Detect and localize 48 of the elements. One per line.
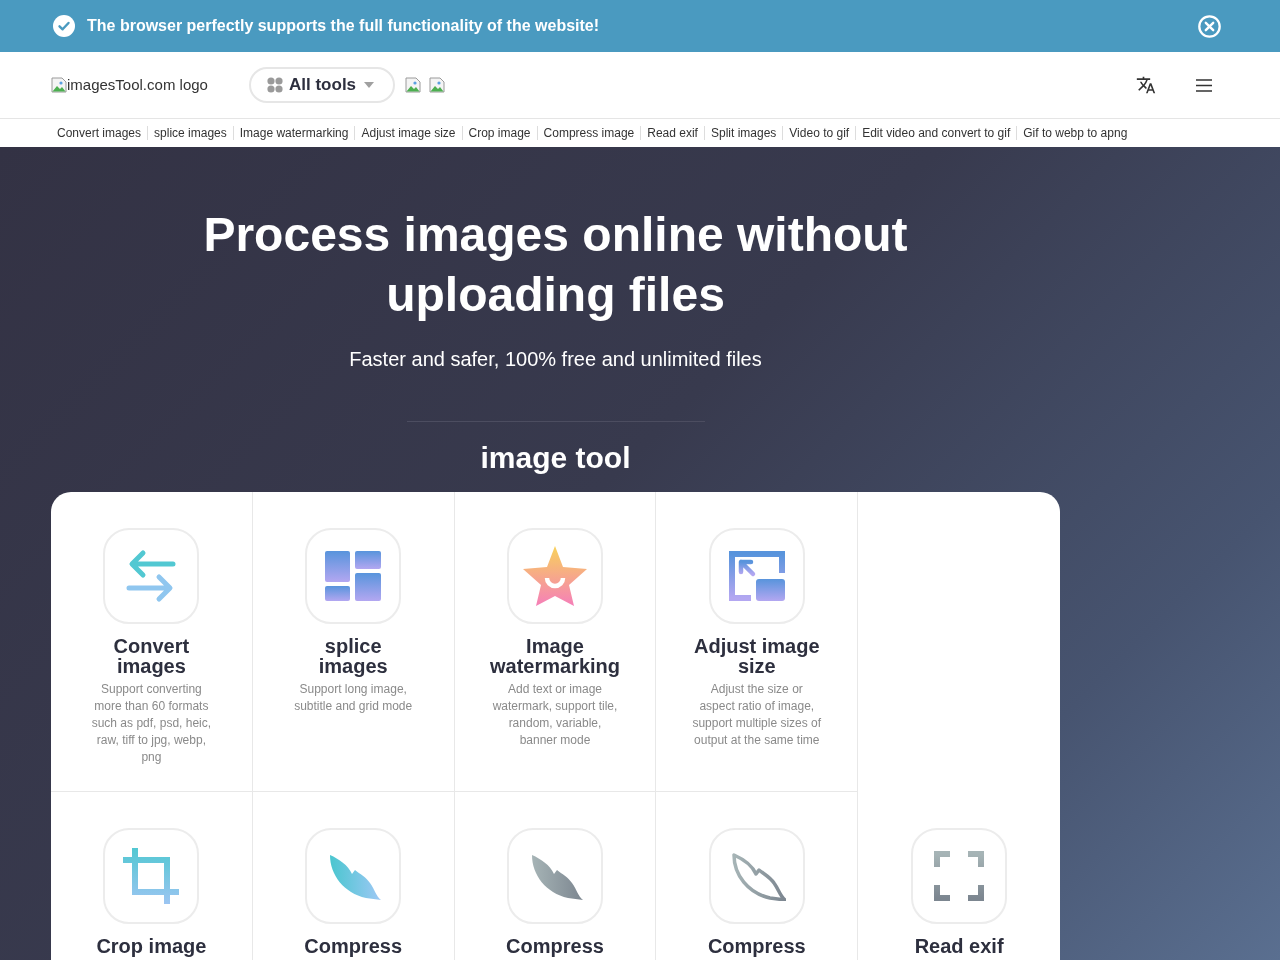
- broken-image-icon: [405, 77, 421, 93]
- tool-description: Adjust the size or aspect ratio of image, support multiple sizes of output at the same time: [691, 681, 822, 749]
- star-icon: [507, 528, 603, 624]
- hero-title: Process images online without uploading files: [202, 207, 909, 323]
- layout-blocks-icon: [305, 528, 402, 624]
- tool-description: Support long image, subtitle and grid mode: [293, 681, 414, 715]
- broken-image-icon: [429, 77, 445, 93]
- tool-title[interactable]: Compress: [288, 936, 419, 956]
- tool-title[interactable]: Read exif: [894, 936, 1025, 956]
- resize-frame-icon: [708, 528, 805, 624]
- tool-title[interactable]: Crop image: [86, 936, 217, 956]
- crop-icon: [103, 828, 200, 924]
- menu-icon[interactable]: [1196, 78, 1212, 92]
- tool-title[interactable]: Image watermarking: [490, 636, 620, 676]
- nav-link[interactable]: Edit video and convert to gif: [855, 126, 1017, 140]
- arrows-swap-icon: [103, 528, 200, 624]
- nav-link[interactable]: Video to gif: [782, 126, 856, 140]
- section-title: image tool: [480, 440, 631, 476]
- nav-link[interactable]: Compress image: [536, 126, 641, 140]
- tool-title[interactable]: splice images: [288, 636, 419, 676]
- tool-title[interactable]: Convert images: [86, 636, 217, 676]
- nav-link[interactable]: Adjust image size: [354, 126, 462, 140]
- tool-title[interactable]: Adjust image size: [691, 636, 822, 676]
- nav-link[interactable]: Image watermarking: [232, 126, 355, 140]
- check-circle-icon: [53, 15, 75, 37]
- tool-description: Add text or image watermark, support tile, random, variable, banner mode: [491, 681, 619, 749]
- close-icon[interactable]: [1198, 14, 1221, 38]
- leaf-icon: [507, 828, 603, 924]
- nav-link[interactable]: Convert images: [51, 126, 148, 140]
- tool-description: Support converting more than 60 formats such as pdf, psd, heic, raw, tiff to jpg, webp, png: [90, 681, 213, 766]
- nav-link[interactable]: splice images: [147, 126, 233, 140]
- broken-image-icon: [51, 77, 67, 93]
- leaf-outline-icon: [708, 828, 805, 924]
- nav-link[interactable]: Gif to webp to apng: [1016, 126, 1134, 140]
- nav-link[interactable]: Read exif: [640, 126, 704, 140]
- caret-icon: [364, 82, 375, 88]
- all-tools-button[interactable]: All tools: [249, 67, 395, 103]
- nav-link[interactable]: Split images: [703, 126, 783, 140]
- banner-message: The browser perfectly supports the full functionality of the website!: [87, 16, 600, 36]
- leaf-icon: [305, 828, 402, 924]
- tool-title[interactable]: Compress: [691, 936, 822, 956]
- scan-icon: [911, 828, 1008, 924]
- nav-link[interactable]: Crop image: [461, 126, 537, 140]
- tool-title[interactable]: Compress: [490, 936, 620, 956]
- hero-subtitle: Faster and safer, 100% free and unlimited files: [349, 347, 762, 372]
- grid-dots-icon: [267, 77, 283, 93]
- logo-alt-text[interactable]: imagesTool.com logo: [67, 73, 208, 97]
- translate-icon[interactable]: [1136, 75, 1156, 95]
